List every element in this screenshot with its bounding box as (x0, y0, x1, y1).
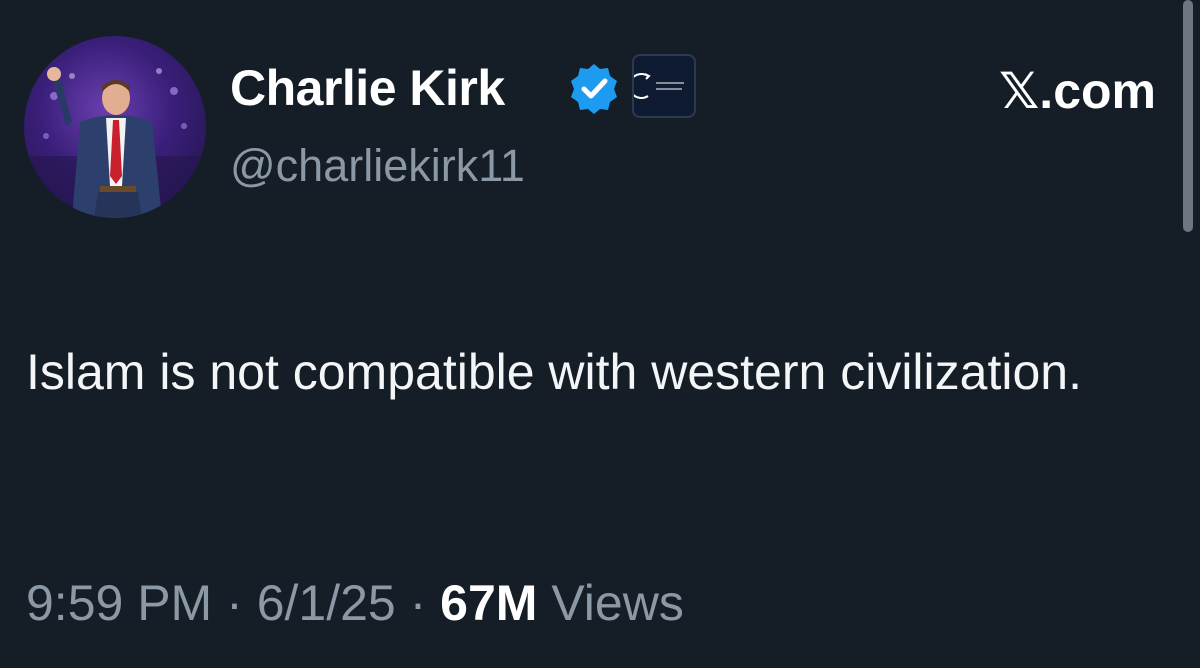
site-label: 𝕏.com (999, 63, 1156, 119)
tweet-date[interactable]: 6/1/25 (257, 575, 396, 631)
meta-separator-2: · (409, 575, 427, 631)
tweet-text: Islam is not compatible with western civ… (26, 344, 1082, 400)
tweet-meta: 9:59 PM · 6/1/25 · 67M Views (26, 572, 684, 634)
display-name[interactable]: Charlie Kirk (230, 58, 505, 118)
affiliation-logo-icon (634, 73, 649, 99)
handle[interactable]: @charliekirk11 (230, 138, 525, 194)
profile-avatar[interactable] (24, 36, 206, 218)
scrollbar[interactable] (1183, 0, 1193, 232)
views-count[interactable]: 67M (440, 575, 537, 631)
verified-badge-icon (566, 61, 622, 117)
tweet-time[interactable]: 9:59 PM (26, 575, 212, 631)
views-label: Views (551, 575, 684, 631)
meta-separator: · (226, 575, 243, 631)
affiliation-badge[interactable] (632, 54, 696, 118)
